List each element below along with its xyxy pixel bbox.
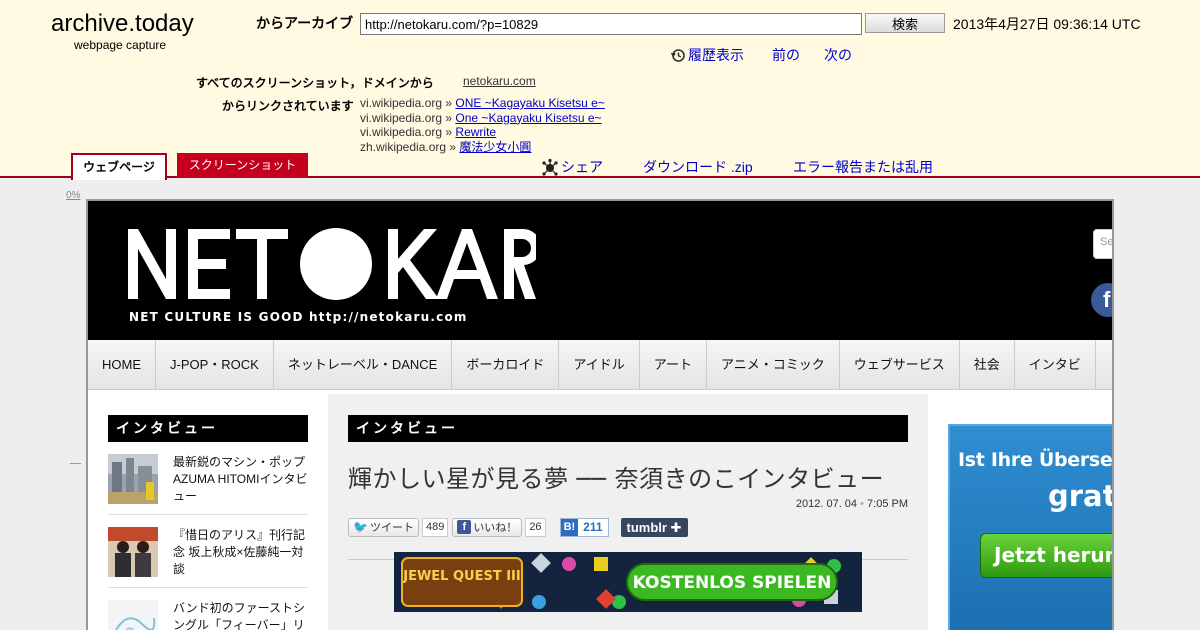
- site-nav: HOME J-POP・ROCK ネットレーベル・DANCE ボーカロイド アイド…: [88, 340, 1112, 390]
- share-link[interactable]: シェア: [541, 157, 603, 177]
- right-ad-headline: Ist Ihre Übersetzu: [958, 449, 1113, 471]
- tab-screenshot[interactable]: スクリーンショット: [177, 153, 308, 178]
- tumblr-share-button[interactable]: tumblr ✚: [620, 517, 688, 537]
- sidebar: インタビュー 最新鋭のマシン・ポップAZUMA HITOMIインタビュー 『惜日…: [108, 415, 308, 630]
- site-header: NET CULTURE IS GOOD http://netokaru.com …: [88, 201, 1112, 340]
- hatena-count: 211: [583, 520, 603, 534]
- jewel-quest-ad-banner[interactable]: JEWEL QUEST III KOSTENLOS SPIELEN: [394, 552, 862, 612]
- post-thumbnail[interactable]: [108, 454, 158, 504]
- tweet-button[interactable]: 🐦 ツイート: [348, 517, 419, 537]
- like-label: いいね！: [473, 522, 518, 534]
- linked-from-item: zh.wikipedia.org » 魔法少女小圓: [360, 139, 532, 154]
- right-ad-download-button[interactable]: Jetzt herun: [980, 533, 1112, 578]
- domain-link[interactable]: netokaru.com: [463, 74, 536, 88]
- like-count: 26: [525, 517, 546, 537]
- article-date: 2012. 07. 04 • 7:05 PM: [348, 498, 908, 510]
- archive-logo-subtitle: webpage capture: [74, 38, 167, 52]
- download-zip-link[interactable]: ダウンロード .zip: [643, 157, 753, 177]
- article-category[interactable]: インタビュー: [348, 415, 908, 442]
- captured-page-frame: NET CULTURE IS GOOD http://netokaru.com …: [86, 199, 1114, 630]
- sidebar-post[interactable]: 最新鋭のマシン・ポップAZUMA HITOMIインタビュー: [108, 442, 308, 515]
- social-share-row: 🐦 ツイート 489 f いいね！ 26 B! 211 tumblr ✚: [348, 516, 908, 538]
- nav-item-home[interactable]: HOME: [88, 340, 156, 390]
- history-label: 履歴表示: [688, 47, 744, 63]
- linked-from-item: vi.wikipedia.org » Rewrite: [360, 125, 497, 139]
- tweet-label: ツイート: [369, 522, 414, 534]
- article-title: 輝かしい星が見る夢 ── 奈須きのこインタビュー: [348, 465, 885, 493]
- right-sidebar-ad[interactable]: Ist Ihre Übersetzu grat Jetzt herun: [948, 424, 1114, 630]
- ad-game-title: JEWEL QUEST III: [402, 569, 521, 584]
- linked-from-link[interactable]: Rewrite: [455, 125, 496, 139]
- scroll-marker: [70, 463, 81, 464]
- article-time-value: 7:05 PM: [867, 498, 908, 510]
- linked-from-link[interactable]: ONE ~Kagayaku Kisetsu e~: [455, 96, 604, 110]
- archive-from-label: からアーカイブ: [256, 15, 354, 31]
- linked-from-item: vi.wikipedia.org » One ~Kagayaku Kisetsu…: [360, 110, 602, 125]
- search-button[interactable]: 検索: [865, 13, 945, 33]
- capture-timestamp: 2013年4月27日 09:36:14 UTC: [953, 16, 1141, 32]
- sidebar-heading: インタビュー: [108, 415, 308, 442]
- hatena-icon: B!: [560, 518, 579, 536]
- domain-screenshots-label: すべてのスクリーンショット，ドメインから: [196, 76, 434, 90]
- history-icon: [670, 49, 685, 62]
- sidebar-post[interactable]: 『惜日のアリス』刊行記念 坂上秋成×佐藤純一対談: [108, 515, 308, 588]
- nav-item-vocaloid[interactable]: ボーカロイド: [452, 340, 560, 390]
- linked-from-link[interactable]: 魔法少女小圓: [459, 140, 531, 154]
- sidebar-post[interactable]: バンド初のファーストシングル「フィーバー」リ: [108, 588, 308, 630]
- nav-item-interview[interactable]: インタビ: [1015, 340, 1096, 390]
- zoom-percentage[interactable]: 0%: [66, 190, 80, 201]
- ad-cta-label: KOSTENLOS SPIELEN: [633, 573, 832, 593]
- archive-header: archive.today webpage capture からアーカイブ 検索…: [0, 0, 1200, 180]
- linked-from-label: からリンクされています: [222, 99, 354, 113]
- hatena-bookmark-button[interactable]: B! 211: [559, 517, 609, 537]
- nav-item-web-service[interactable]: ウェブサービス: [840, 340, 960, 390]
- tumblr-plus-icon: ✚: [670, 519, 682, 535]
- netokaru-logo[interactable]: [126, 221, 536, 311]
- twitter-icon: 🐦: [353, 520, 368, 534]
- nav-item-society[interactable]: 社会: [960, 340, 1015, 390]
- url-input[interactable]: [360, 13, 862, 35]
- nav-item-idol[interactable]: アイドル: [559, 340, 640, 390]
- article-date-value: 2012. 07. 04: [795, 498, 858, 510]
- post-thumbnail[interactable]: [108, 527, 158, 577]
- site-tagline: NET CULTURE IS GOOD http://netokaru.com: [129, 310, 468, 324]
- nav-item-netlabel-dance[interactable]: ネットレーベル・DANCE: [274, 340, 453, 390]
- share-label: シェア: [561, 159, 603, 175]
- archive-logo-title[interactable]: archive.today: [51, 10, 194, 38]
- sidebar-post-title[interactable]: 最新鋭のマシン・ポップAZUMA HITOMIインタビュー: [173, 454, 308, 505]
- right-ad-subheadline: grat: [1048, 479, 1114, 513]
- tweet-count: 489: [421, 517, 449, 537]
- next-link[interactable]: 次の: [824, 45, 852, 65]
- nav-item-jpop-rock[interactable]: J-POP・ROCK: [156, 340, 274, 390]
- site-search-input[interactable]: Se: [1093, 229, 1112, 259]
- nav-item-anime-comic[interactable]: アニメ・コミック: [707, 340, 840, 390]
- facebook-icon[interactable]: f: [1091, 283, 1112, 317]
- tumblr-label: tumblr: [626, 519, 667, 535]
- tab-webpage[interactable]: ウェブページ: [71, 153, 167, 180]
- sidebar-post-title[interactable]: 『惜日のアリス』刊行記念 坂上秋成×佐藤純一対談: [173, 527, 308, 578]
- post-thumbnail[interactable]: [108, 600, 158, 630]
- facebook-like-icon: f: [457, 520, 472, 534]
- history-link[interactable]: 履歴表示: [670, 45, 744, 65]
- facebook-like-button[interactable]: f いいね！: [452, 517, 523, 537]
- nav-item-art[interactable]: アート: [640, 340, 707, 390]
- linked-from-link[interactable]: One ~Kagayaku Kisetsu e~: [455, 111, 601, 125]
- sidebar-post-title[interactable]: バンド初のファーストシングル「フィーバー」リ: [173, 600, 308, 630]
- share-icon: [542, 158, 558, 176]
- prev-link[interactable]: 前の: [772, 45, 800, 65]
- report-abuse-link[interactable]: エラー報告または乱用: [793, 157, 933, 177]
- linked-from-item: vi.wikipedia.org » ONE ~Kagayaku Kisetsu…: [360, 96, 605, 110]
- date-separator: •: [860, 498, 864, 510]
- linked-from-list: vi.wikipedia.org » ONE ~Kagayaku Kisetsu…: [360, 96, 605, 154]
